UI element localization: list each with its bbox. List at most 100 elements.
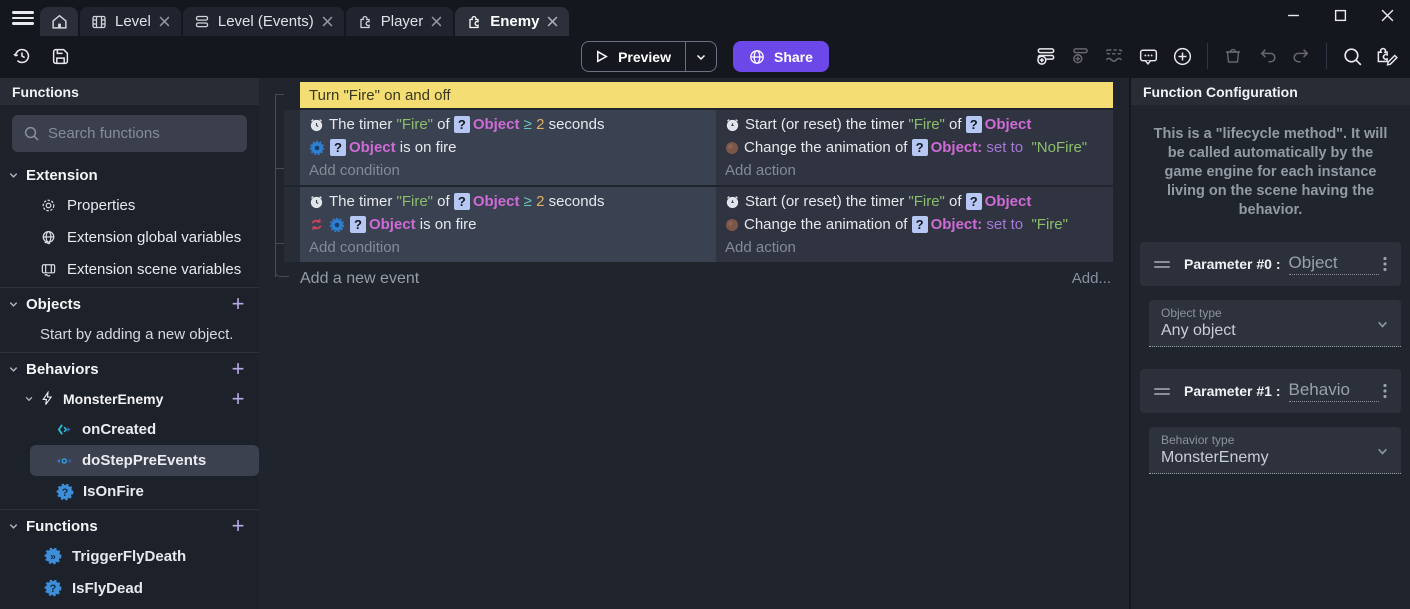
- action-change-animation[interactable]: Change the animation of ?Object: set to …: [725, 213, 1113, 236]
- sidebar-item-oncreated[interactable]: onCreated: [0, 414, 259, 445]
- edit-extension-icon[interactable]: [1372, 42, 1400, 70]
- action-start-timer[interactable]: Start (or reset) the timer "Fire" of ?Ob…: [725, 190, 1113, 213]
- add-condition-link[interactable]: Add condition: [309, 159, 716, 182]
- add-more-link[interactable]: Add...: [1072, 270, 1111, 287]
- play-icon: [594, 49, 609, 64]
- sidebar-item-triggerflydeath[interactable]: » TriggerFlyDeath: [0, 540, 259, 572]
- tab-home[interactable]: [40, 7, 78, 36]
- object-icon: ?: [912, 216, 928, 233]
- search-icon[interactable]: [1338, 42, 1366, 70]
- undo-icon[interactable]: [1253, 42, 1281, 70]
- object-icon: ?: [912, 139, 928, 156]
- condition-gear-icon: ?: [56, 483, 74, 501]
- sidebar-item-dostepprevents[interactable]: doStepPreEvents: [30, 445, 259, 476]
- animation-icon: [725, 141, 739, 155]
- object-type-select[interactable]: Object type Any object: [1149, 300, 1401, 347]
- tab-label: Level (Events): [218, 13, 314, 30]
- drag-handle-icon[interactable]: [1154, 258, 1170, 271]
- event-drag-handle[interactable]: [284, 187, 300, 262]
- add-action-link[interactable]: Add action: [725, 159, 1113, 182]
- tab-strip: Level Level (Events) Player: [40, 7, 569, 36]
- share-button[interactable]: Share: [733, 41, 829, 72]
- sidebar-title: Functions: [0, 78, 259, 105]
- tab-player[interactable]: Player: [346, 7, 454, 36]
- timer-icon: [309, 117, 324, 132]
- maximize-icon[interactable]: [1331, 6, 1349, 24]
- add-behavior-function-button[interactable]: +: [229, 390, 247, 408]
- add-circle-icon[interactable]: [1168, 42, 1196, 70]
- add-object-button[interactable]: +: [229, 295, 247, 313]
- add-condition-link[interactable]: Add condition: [309, 236, 716, 259]
- kebab-menu-icon[interactable]: [1379, 256, 1391, 272]
- extension-icon: [357, 14, 373, 30]
- add-behavior-button[interactable]: +: [229, 360, 247, 378]
- comment-icon[interactable]: [1134, 42, 1162, 70]
- behavior-monsterenemy[interactable]: MonsterEnemy +: [0, 383, 259, 414]
- event-drag-handle[interactable]: [284, 110, 300, 185]
- delete-icon[interactable]: [1219, 42, 1247, 70]
- minimize-icon[interactable]: [1284, 6, 1302, 24]
- sidebar-item-extension-scene-variables[interactable]: Extension scene variables: [0, 253, 259, 285]
- parameter-0-card[interactable]: Parameter #0 : Object: [1140, 242, 1401, 286]
- add-other-event-icon[interactable]: [1100, 42, 1128, 70]
- close-tab-icon[interactable]: [322, 16, 333, 27]
- search-icon: [23, 125, 40, 142]
- redo-icon[interactable]: [1287, 42, 1315, 70]
- section-objects[interactable]: Objects +: [0, 290, 259, 318]
- behavior-type-select[interactable]: Behavior type MonsterEnemy: [1149, 427, 1401, 474]
- parameter-0-name-field[interactable]: Object: [1289, 253, 1379, 275]
- svg-text:?: ?: [62, 487, 69, 499]
- sidebar-item-isonfire[interactable]: ? IsOnFire: [0, 476, 259, 507]
- actions-column: Start (or reset) the timer "Fire" of ?Ob…: [716, 187, 1113, 262]
- action-change-animation[interactable]: Change the animation of ?Object: set to …: [725, 136, 1113, 159]
- action-start-timer[interactable]: Start (or reset) the timer "Fire" of ?Ob…: [725, 113, 1113, 136]
- menu-icon[interactable]: [12, 11, 34, 25]
- parameter-1-name-field[interactable]: Behavio: [1289, 380, 1379, 402]
- sidebar-item-isflydead[interactable]: ? IsFlyDead: [0, 572, 259, 604]
- close-tab-icon[interactable]: [159, 16, 170, 27]
- section-extension[interactable]: Extension: [0, 161, 259, 189]
- behavior-condition-icon: [329, 217, 345, 233]
- conditions-column: The timer "Fire" of ?Object ≥ 2 seconds …: [300, 187, 716, 262]
- event-row: The timer "Fire" of ?Object ≥ 2 seconds …: [284, 187, 1113, 262]
- close-tab-icon[interactable]: [431, 16, 442, 27]
- parameter-1-card[interactable]: Parameter #1 : Behavio: [1140, 369, 1401, 413]
- comment-event[interactable]: Turn "Fire" on and off: [300, 82, 1113, 108]
- sidebar-item-extension-global-variables[interactable]: Extension global variables: [0, 221, 259, 253]
- sidebar-item-properties[interactable]: Properties: [0, 189, 259, 221]
- add-action-link[interactable]: Add action: [725, 236, 1113, 259]
- tab-level-events[interactable]: Level (Events): [183, 7, 344, 36]
- timer-icon: [725, 194, 740, 209]
- add-new-event-link[interactable]: Add a new event: [300, 270, 419, 288]
- scene-variables-icon: [40, 261, 57, 278]
- tab-level[interactable]: Level: [80, 7, 181, 36]
- functions-sidebar: Functions Extension Properties Extension…: [0, 78, 259, 609]
- tab-enemy[interactable]: Enemy: [455, 7, 569, 36]
- svg-text:?: ?: [50, 583, 57, 595]
- condition-timer[interactable]: The timer "Fire" of ?Object ≥ 2 seconds: [309, 113, 716, 136]
- condition-is-on-fire[interactable]: ?Object is on fire: [309, 136, 716, 159]
- add-event-icon[interactable]: [1032, 42, 1060, 70]
- condition-is-on-fire-inverted[interactable]: ?Object is on fire: [309, 213, 716, 236]
- svg-text:»: »: [50, 552, 56, 563]
- lifecycle-icon: [56, 455, 73, 467]
- add-function-button[interactable]: +: [229, 517, 247, 535]
- close-window-icon[interactable]: [1378, 6, 1396, 24]
- drag-handle-icon[interactable]: [1154, 385, 1170, 398]
- section-functions[interactable]: Functions +: [0, 512, 259, 540]
- add-subevent-icon[interactable]: [1066, 42, 1094, 70]
- preview-dropdown-icon[interactable]: [686, 51, 716, 63]
- preview-label: Preview: [618, 49, 671, 65]
- condition-timer[interactable]: The timer "Fire" of ?Object ≥ 2 seconds: [309, 190, 716, 213]
- chevron-down-icon: [8, 170, 26, 181]
- close-tab-icon[interactable]: [547, 16, 558, 27]
- object-icon: ?: [330, 139, 346, 156]
- tab-label: Level: [115, 13, 151, 30]
- search-functions-input[interactable]: [12, 115, 247, 152]
- kebab-menu-icon[interactable]: [1379, 383, 1391, 399]
- events-sheet: Turn "Fire" on and off The timer "Fire" …: [259, 78, 1129, 609]
- invert-condition-icon: [309, 217, 324, 232]
- extension-icon: [466, 14, 482, 30]
- section-behaviors[interactable]: Behaviors +: [0, 355, 259, 383]
- preview-button[interactable]: Preview: [581, 41, 717, 72]
